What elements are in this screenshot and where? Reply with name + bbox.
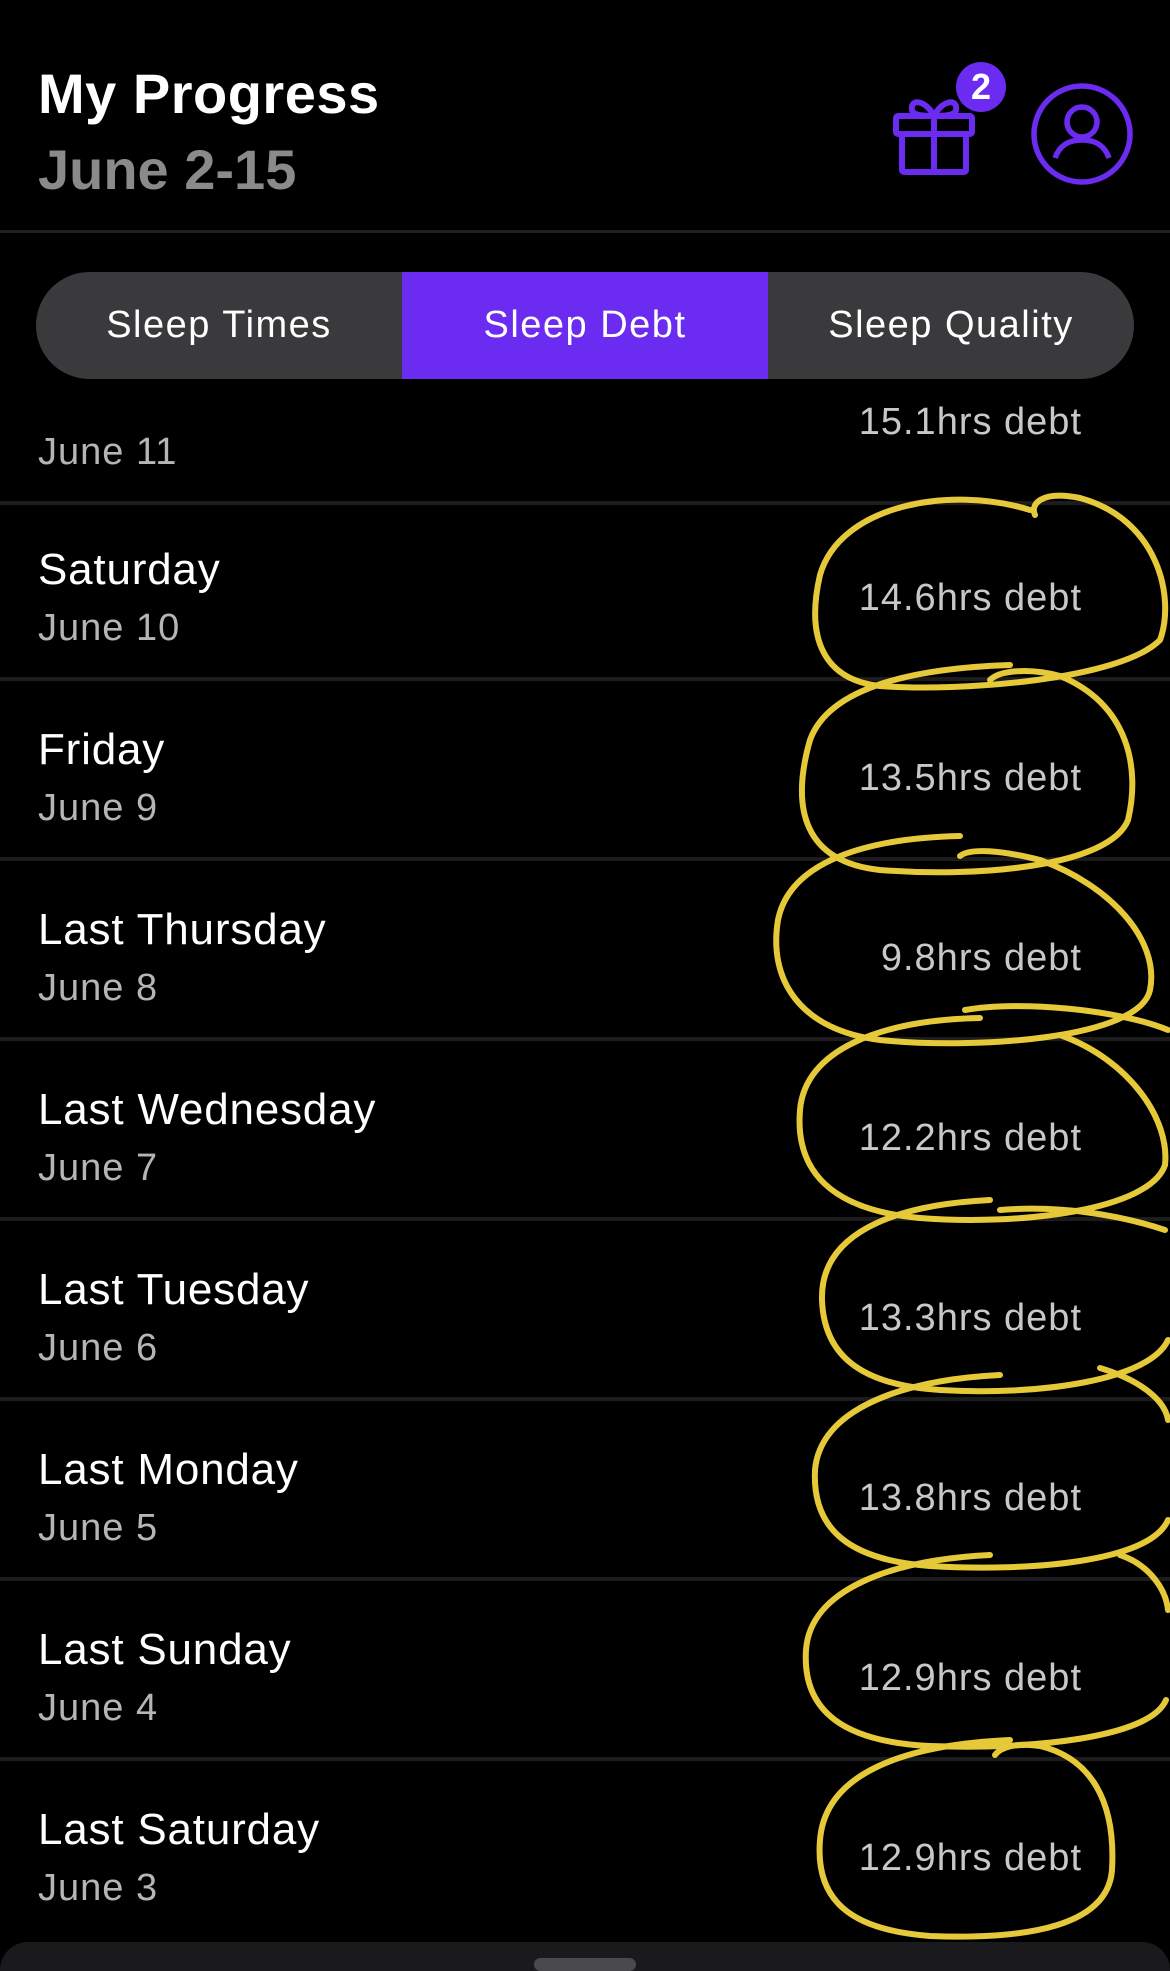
- row-date: June 10: [38, 607, 181, 649]
- row-date: June 4: [38, 1687, 159, 1729]
- row-debt: 12.9hrs debt: [858, 1657, 1082, 1699]
- row-debt: 9.8hrs debt: [880, 937, 1082, 979]
- user-circle-icon: [1031, 83, 1133, 185]
- sleep-debt-list: June 11 15.1hrs debt Saturday June 10 14…: [0, 379, 1170, 1939]
- segmented-tabs: Sleep Times Sleep Debt Sleep Quality: [36, 272, 1134, 379]
- row-date: June 11: [38, 431, 178, 473]
- list-item[interactable]: Last Tuesday June 6 13.3hrs debt: [0, 1225, 1170, 1401]
- row-day: Last Saturday: [38, 1805, 320, 1854]
- row-day: Last Tuesday: [38, 1265, 310, 1314]
- row-debt: 12.9hrs debt: [858, 1837, 1082, 1879]
- row-debt: 15.1hrs debt: [858, 401, 1082, 443]
- row-date: June 7: [38, 1147, 159, 1189]
- row-debt: 13.5hrs debt: [858, 757, 1082, 799]
- row-day: Saturday: [38, 545, 221, 594]
- notification-badge: 2: [956, 62, 1006, 112]
- row-date: June 8: [38, 967, 159, 1009]
- row-date: June 9: [38, 787, 159, 829]
- list-item[interactable]: Last Thursday June 8 9.8hrs debt: [0, 865, 1170, 1041]
- date-range: June 2-15: [38, 138, 297, 201]
- page-title: My Progress: [38, 62, 380, 125]
- tab-sleep-quality[interactable]: Sleep Quality: [768, 272, 1134, 379]
- list-item[interactable]: Saturday June 10 14.6hrs debt: [0, 505, 1170, 681]
- list-item[interactable]: Last Wednesday June 7 12.2hrs debt: [0, 1045, 1170, 1221]
- row-debt: 13.3hrs debt: [858, 1297, 1082, 1339]
- row-day: Friday: [38, 725, 166, 774]
- row-day: Last Monday: [38, 1445, 299, 1494]
- row-date: June 6: [38, 1327, 159, 1369]
- list-item[interactable]: Last Monday June 5 13.8hrs debt: [0, 1405, 1170, 1581]
- list-item[interactable]: Friday June 9 13.5hrs debt: [0, 685, 1170, 861]
- home-indicator[interactable]: [534, 1958, 636, 1971]
- page-header: My Progress June 2-15 2: [0, 0, 1170, 233]
- row-debt: 12.2hrs debt: [858, 1117, 1082, 1159]
- row-date: June 3: [38, 1867, 159, 1909]
- list-item[interactable]: Last Sunday June 4 12.9hrs debt: [0, 1585, 1170, 1761]
- row-date: June 5: [38, 1507, 159, 1549]
- row-day: Last Wednesday: [38, 1085, 377, 1134]
- profile-button[interactable]: [1030, 82, 1134, 186]
- row-day: Last Thursday: [38, 905, 327, 954]
- row-day: Last Sunday: [38, 1625, 292, 1674]
- tab-sleep-debt[interactable]: Sleep Debt: [402, 272, 768, 379]
- row-debt: 13.8hrs debt: [858, 1477, 1082, 1519]
- row-debt: 14.6hrs debt: [858, 577, 1082, 619]
- list-item[interactable]: Last Saturday June 3 12.9hrs debt: [0, 1765, 1170, 1939]
- tab-sleep-times[interactable]: Sleep Times: [36, 272, 402, 379]
- list-item[interactable]: June 11 15.1hrs debt: [0, 379, 1170, 505]
